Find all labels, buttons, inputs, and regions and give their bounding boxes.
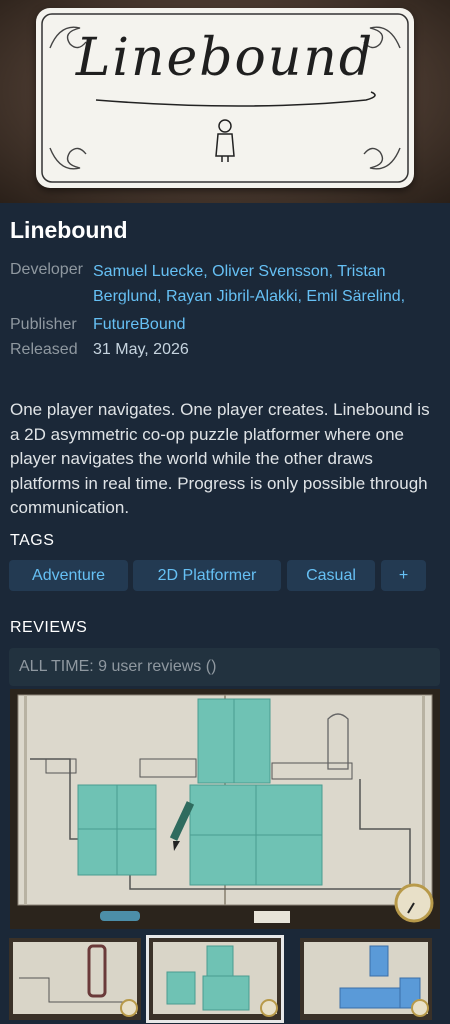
thumbnail-3[interactable]	[300, 938, 432, 1020]
tags-heading: TAGS	[10, 532, 55, 549]
developer-links[interactable]: Samuel Luecke, Oliver Svensson, Tristan …	[93, 259, 433, 311]
game-logo: Linebound	[75, 28, 375, 88]
release-date: 31 May, 2026	[93, 341, 189, 358]
header-capsule-image: Linebound	[0, 0, 450, 203]
tag-casual[interactable]: Casual	[287, 560, 375, 591]
logo-card: Linebound	[36, 8, 414, 188]
store-page: Linebound Linebound Developer Samuel Lue…	[0, 0, 450, 1024]
publisher-link[interactable]: FutureBound	[93, 316, 186, 334]
publisher-label: Publisher	[10, 316, 77, 333]
thumbnail-2[interactable]	[146, 935, 284, 1023]
clock-icon	[394, 883, 434, 923]
game-title: Linebound	[10, 217, 128, 243]
screenshot-thumbnails	[0, 934, 450, 1024]
tag-adventure[interactable]: Adventure	[9, 560, 128, 591]
more-tags-button[interactable]: +	[381, 560, 426, 591]
main-screenshot[interactable]	[10, 689, 440, 929]
tag-2d-platformer[interactable]: 2D Platformer	[133, 560, 281, 591]
released-label: Released	[10, 341, 78, 358]
developer-label: Developer	[10, 261, 83, 278]
reviews-summary[interactable]: ALL TIME: 9 user reviews ()	[9, 648, 440, 686]
thumbnail-1[interactable]	[9, 938, 141, 1020]
reviews-summary-text: ALL TIME: 9 user reviews ()	[19, 658, 217, 675]
reviews-heading: REVIEWS	[10, 619, 88, 636]
game-description: One player navigates. One player creates…	[10, 400, 430, 517]
